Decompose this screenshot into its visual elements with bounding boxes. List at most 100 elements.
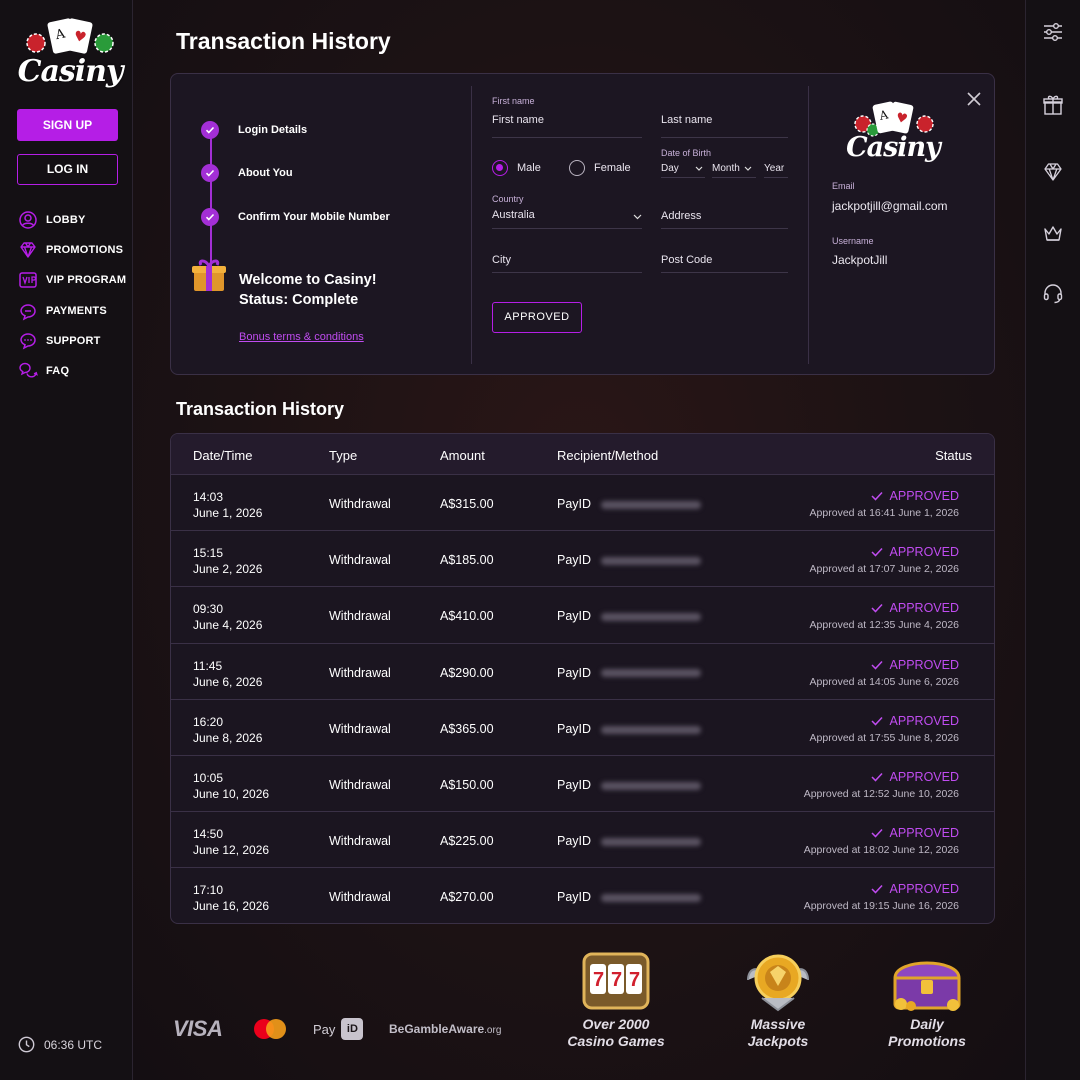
cell-time: 16:20 xyxy=(193,714,224,729)
country-select[interactable]: Country Australia xyxy=(492,194,642,229)
promo-jackpots[interactable]: Massive Jackpots xyxy=(723,950,833,1050)
payid-badge: iD xyxy=(341,1018,364,1040)
payid-logo: Pay iD xyxy=(313,1018,364,1040)
diamond-icon xyxy=(20,242,36,258)
cell-method: PayID xyxy=(557,834,592,849)
first-name-field[interactable]: First name First name xyxy=(492,96,642,138)
gender-male-radio[interactable]: Male xyxy=(492,160,541,176)
select-value: Year xyxy=(764,163,785,174)
check-icon xyxy=(871,660,883,670)
mastercard-icon xyxy=(254,1019,286,1039)
close-icon[interactable] xyxy=(966,91,982,107)
check-icon xyxy=(201,121,219,139)
support-icon xyxy=(20,333,36,350)
treasure-chest-icon xyxy=(893,961,961,1011)
table-row[interactable]: 16:20 June 8, 2026 Withdrawal A$365.00 PayID… xyxy=(171,700,994,756)
table-row[interactable]: 15:15 June 2, 2026 Withdrawal A$185.00 PayID… xyxy=(171,531,994,588)
approved-timestamp: Approved at 12:35 June 4, 2026 xyxy=(809,619,959,632)
vip-icon xyxy=(19,272,37,289)
table-row[interactable]: 17:10 June 16, 2026 Withdrawal A$270.00 PayI… xyxy=(171,868,994,923)
status-badge: APPROVED xyxy=(810,601,959,615)
check-icon xyxy=(871,772,883,782)
cell-recipient: PayID xyxy=(557,665,702,680)
casiny-logo[interactable]: A ♥ Casiny xyxy=(16,16,124,92)
dob-day-select[interactable]: Day xyxy=(661,163,705,178)
approved-timestamp: Approved at 18:02 June 12, 2026 xyxy=(803,844,959,857)
cell-recipient: PayID xyxy=(557,497,702,511)
diamond-icon[interactable] xyxy=(1042,161,1064,183)
cell-method: PayID xyxy=(557,665,592,680)
casiny-logo: A ♥ Casiny xyxy=(843,100,943,166)
cell-type: Withdrawal xyxy=(329,834,391,849)
check-icon xyxy=(201,208,219,226)
cell-status: APPROVED Approved at 17:07 June 2, 2026 xyxy=(810,545,959,575)
post-code-field[interactable]: Post Code xyxy=(661,254,788,273)
lobby-icon xyxy=(19,211,37,229)
sidebar-item-payments[interactable]: PAYMENTS xyxy=(18,296,133,326)
table-row[interactable]: 14:03 June 1, 2026 Withdrawal A$315.00 PayID… xyxy=(171,475,994,532)
check-icon xyxy=(871,548,883,557)
promo-line: Casino Games xyxy=(567,1033,665,1049)
table-row[interactable]: 14:50 June 12, 2026 Withdrawal A$225.00 PayI… xyxy=(171,812,994,869)
table-row[interactable]: 10:05 June 10, 2026 Withdrawal A$150.00 PayI… xyxy=(171,756,994,813)
cell-time: 14:50 xyxy=(193,827,224,842)
dob-month-select[interactable]: Month xyxy=(712,163,756,178)
table-row[interactable]: 09:30 June 4, 2026 Withdrawal A$410.00 PayID… xyxy=(171,587,994,644)
address-field[interactable]: Address xyxy=(661,210,788,229)
cell-datetime: 09:30 June 4, 2026 xyxy=(193,601,262,633)
bonus-terms-link[interactable]: Bonus terms & conditions xyxy=(239,331,364,343)
cell-time: 10:05 xyxy=(193,771,224,785)
table-row[interactable]: 11:45 June 6, 2026 Withdrawal A$290.00 PayID… xyxy=(171,644,994,700)
redacted-payid xyxy=(601,556,702,565)
slot-machine-icon: 7 7 7 xyxy=(582,952,650,1010)
approved-button[interactable]: APPROVED xyxy=(492,302,582,333)
cell-status: APPROVED Approved at 16:41 June 1, 2026 xyxy=(810,489,959,519)
check-icon xyxy=(871,829,883,838)
sidebar-item-vip-program[interactable]: VIP PROGRAM xyxy=(18,265,133,295)
chevron-down-icon xyxy=(695,166,703,171)
cell-date: June 1, 2026 xyxy=(193,506,263,520)
svg-text:7: 7 xyxy=(611,969,622,991)
cell-type: Withdrawal xyxy=(329,890,391,905)
gift-box-icon xyxy=(192,259,226,291)
promo-casino-games[interactable]: 7 7 7 Over 2000 Casino Games xyxy=(561,950,671,1050)
gift-icon[interactable] xyxy=(1042,94,1064,116)
cell-recipient: PayID xyxy=(557,778,702,792)
logo-text: Casiny xyxy=(846,132,941,163)
cell-datetime: 17:10 June 16, 2026 xyxy=(193,882,269,914)
check-icon xyxy=(871,885,883,894)
promo-daily-promotions[interactable]: Daily Promotions xyxy=(872,950,982,1050)
cell-datetime: 14:50 June 12, 2026 xyxy=(193,826,269,858)
cell-type: Withdrawal xyxy=(329,778,391,792)
cell-amount: A$315.00 xyxy=(440,497,494,511)
step-label: Confirm Your Mobile Number xyxy=(238,211,390,223)
field-label: Country xyxy=(492,194,524,204)
sidebar-item-promotions[interactable]: PROMOTIONS xyxy=(18,235,133,265)
sign-up-button[interactable]: SIGN UP xyxy=(17,109,118,141)
promo-label: Massive Jackpots xyxy=(723,1016,833,1050)
column-header-status: Status xyxy=(935,448,972,463)
cell-method: PayID xyxy=(557,890,592,905)
filters-icon[interactable] xyxy=(1042,21,1064,43)
sidebar-item-support[interactable]: SUPPORT xyxy=(18,326,133,356)
crown-icon[interactable] xyxy=(1042,222,1064,244)
headset-icon[interactable] xyxy=(1042,282,1064,304)
field-value: Australia xyxy=(492,209,535,221)
transactions-table: Date/Time Type Amount Recipient/Method S… xyxy=(170,433,995,924)
approved-timestamp: Approved at 19:15 June 16, 2026 xyxy=(803,900,959,913)
gender-female-radio[interactable]: Female xyxy=(569,160,631,176)
cell-datetime: 14:03 June 1, 2026 xyxy=(193,489,262,521)
approved-timestamp: Approved at 14:05 June 6, 2026 xyxy=(809,675,959,688)
last-name-field[interactable]: Last name xyxy=(661,114,788,138)
step-label: About You xyxy=(238,167,293,179)
city-field[interactable]: City xyxy=(492,254,642,273)
dob-year-select[interactable]: Year xyxy=(764,163,788,178)
status-badge: APPROVED xyxy=(804,770,959,784)
cell-status: APPROVED Approved at 12:52 June 10, 2026 xyxy=(804,770,959,800)
sidebar-item-faq[interactable]: FAQ xyxy=(18,356,133,386)
promo-line: Jackpots xyxy=(747,1033,809,1049)
begambleaware-logo[interactable]: BeGambleAware.org xyxy=(389,1022,501,1036)
sidebar-item-lobby[interactable]: LOBBY xyxy=(18,205,133,235)
cell-date: June 2, 2026 xyxy=(193,562,263,577)
log-in-button[interactable]: LOG IN xyxy=(17,154,118,185)
